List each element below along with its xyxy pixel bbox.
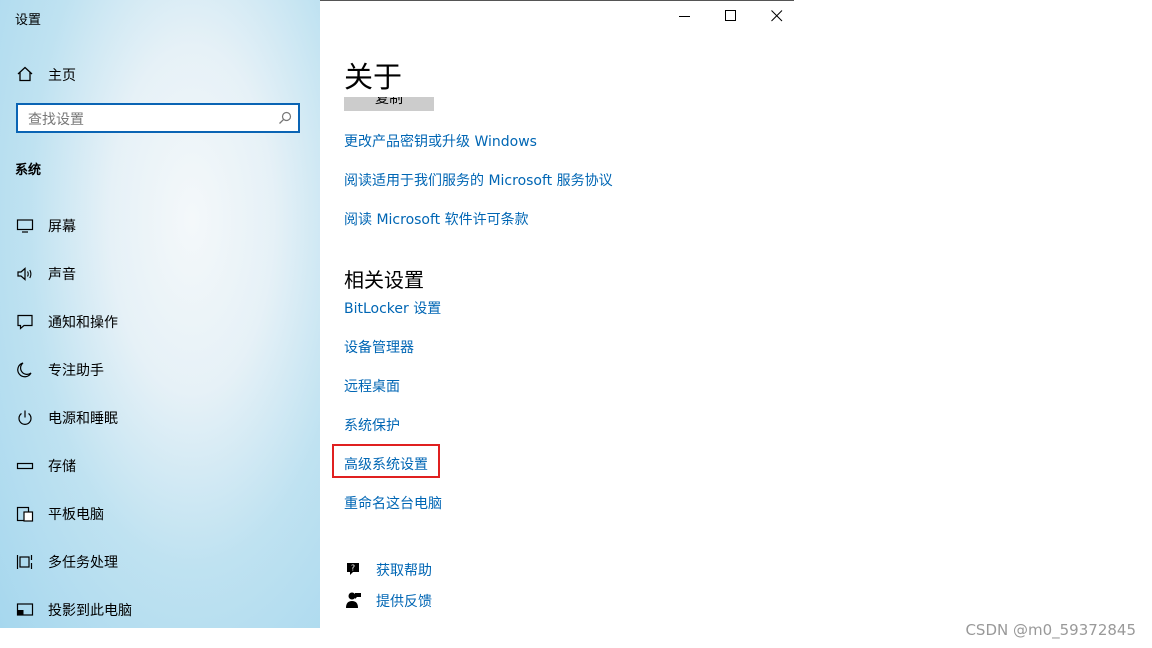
minimize-button[interactable]: [662, 0, 708, 32]
rename-pc-link[interactable]: 重命名这台电脑: [344, 493, 442, 513]
sidebar-item-tablet[interactable]: 平板电脑: [0, 498, 320, 530]
maximize-button[interactable]: [708, 0, 754, 32]
sidebar-item-display[interactable]: 屏幕: [0, 210, 320, 242]
nav-home-label: 主页: [48, 68, 76, 84]
page-title: 关于: [344, 60, 403, 94]
sidebar-item-project[interactable]: 投影到此电脑: [0, 594, 320, 626]
service-agreement-link[interactable]: 阅读适用于我们服务的 Microsoft 服务协议: [344, 170, 613, 190]
notification-icon: [17, 314, 33, 330]
copy-button-label: 复制: [375, 97, 403, 107]
feedback-label: 提供反馈: [376, 594, 432, 610]
sidebar-item-label: 声音: [48, 267, 76, 283]
power-icon: [18, 410, 32, 425]
maximize-icon: [725, 10, 736, 21]
main-panel: 关于 复制 更改产品密钥或升级 Windows 阅读适用于我们服务的 Micro…: [320, 0, 794, 628]
home-icon: [17, 66, 33, 82]
bitlocker-settings-link[interactable]: BitLocker 设置: [344, 298, 441, 318]
feedback-icon: [346, 592, 361, 608]
help-chat-icon: ?: [347, 563, 359, 575]
sidebar: 设置 主页 系统 屏幕: [0, 0, 320, 628]
copy-button[interactable]: 复制: [344, 97, 434, 111]
speaker-icon: [17, 267, 32, 281]
close-button[interactable]: [754, 0, 800, 32]
sidebar-item-focus-assist[interactable]: 专注助手: [0, 354, 320, 386]
sidebar-item-label: 平板电脑: [48, 507, 104, 523]
license-terms-link[interactable]: 阅读 Microsoft 软件许可条款: [344, 209, 529, 229]
sidebar-item-label: 屏幕: [48, 219, 76, 235]
sidebar-item-label: 多任务处理: [48, 555, 118, 571]
sidebar-item-label: 投影到此电脑: [48, 603, 132, 619]
svg-text:?: ?: [351, 564, 355, 573]
tablet-icon: [16, 506, 34, 522]
related-settings-title: 相关设置: [344, 268, 424, 292]
settings-window: 设置 主页 系统 屏幕: [0, 0, 794, 628]
sidebar-item-label: 通知和操作: [48, 315, 118, 331]
window-title: 设置: [15, 13, 42, 28]
device-manager-link[interactable]: 设备管理器: [344, 337, 414, 357]
advanced-system-settings-link[interactable]: 高级系统设置: [344, 454, 428, 474]
system-protection-link[interactable]: 系统保护: [344, 415, 400, 435]
nav-home[interactable]: 主页: [0, 60, 320, 88]
sidebar-item-storage[interactable]: 存储: [0, 450, 320, 482]
search-icon[interactable]: [278, 111, 292, 125]
storage-icon: [16, 462, 34, 470]
feedback-row[interactable]: 提供反馈: [344, 589, 544, 613]
search-input[interactable]: [26, 110, 270, 130]
section-title: 系统: [15, 163, 42, 178]
get-help-row[interactable]: ? 获取帮助: [344, 558, 544, 582]
monitor-icon: [16, 219, 34, 233]
change-product-key-link[interactable]: 更改产品密钥或升级 Windows: [344, 131, 537, 151]
sidebar-item-label: 专注助手: [48, 363, 104, 379]
project-icon: [16, 603, 34, 616]
close-icon: [771, 10, 783, 22]
remote-desktop-link[interactable]: 远程桌面: [344, 376, 400, 396]
watermark: CSDN @m0_59372845: [965, 621, 1136, 639]
sidebar-item-multitasking[interactable]: 多任务处理: [0, 546, 320, 578]
sidebar-item-sound[interactable]: 声音: [0, 258, 320, 290]
sidebar-item-notifications[interactable]: 通知和操作: [0, 306, 320, 338]
moon-icon: [17, 362, 32, 378]
sidebar-item-label: 存储: [48, 459, 76, 475]
minimize-icon: [679, 16, 690, 17]
multitask-icon: [16, 555, 33, 569]
sidebar-item-label: 电源和睡眠: [48, 411, 118, 427]
get-help-label: 获取帮助: [376, 563, 432, 579]
sidebar-item-power[interactable]: 电源和睡眠: [0, 402, 320, 434]
search-box[interactable]: [16, 103, 300, 133]
